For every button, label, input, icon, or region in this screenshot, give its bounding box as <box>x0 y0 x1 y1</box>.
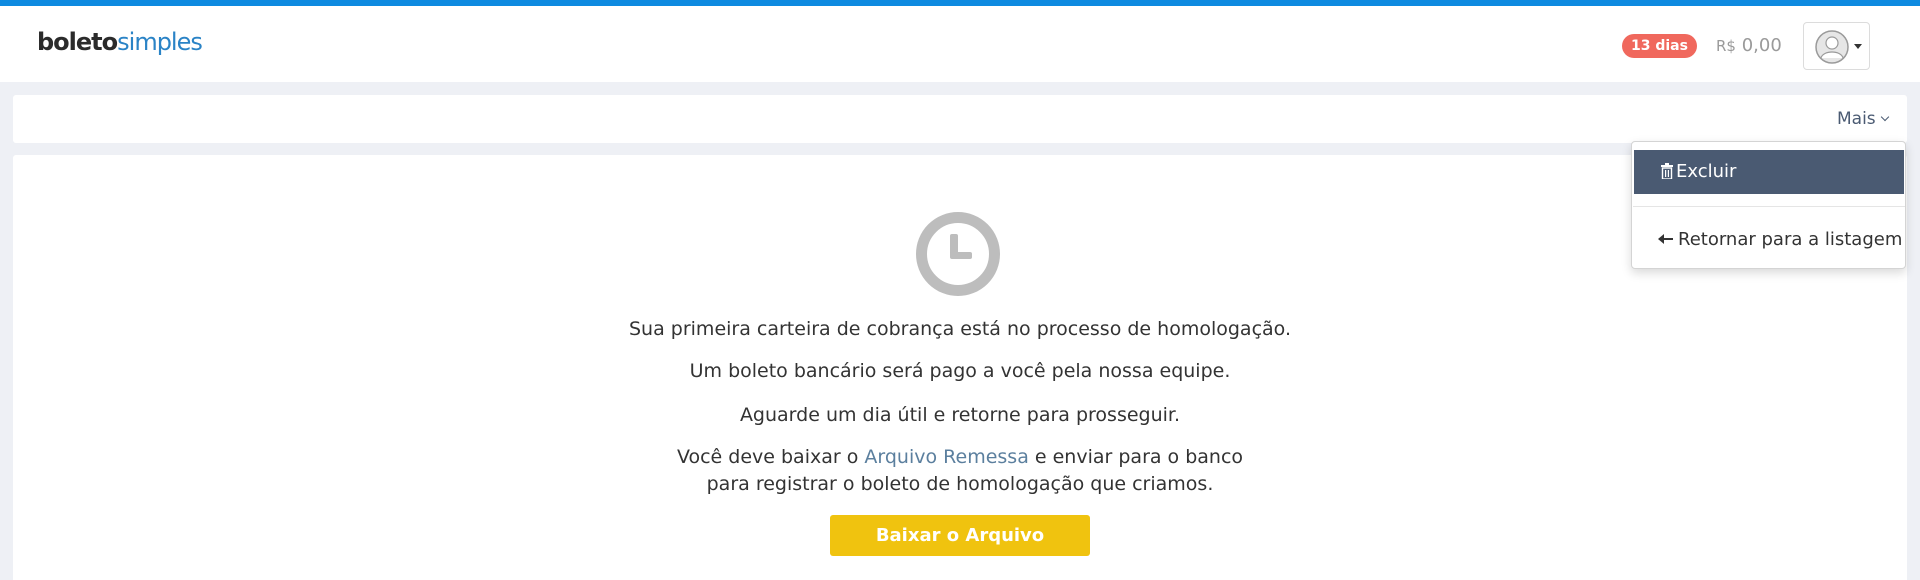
download-remessa-button[interactable]: Baixar o Arquivo Remessa <box>830 515 1090 580</box>
homologation-message-5: para registrar o boleto de homologação q… <box>706 473 1214 495</box>
logo-bold-text: boleto <box>37 28 118 56</box>
caret-down-icon <box>1854 44 1862 49</box>
more-menu-label: Mais <box>1837 109 1876 129</box>
action-toolbar <box>13 95 1907 143</box>
account-balance[interactable]: R$ 0,00 <box>1716 34 1782 58</box>
trash-icon <box>1661 163 1673 179</box>
arquivo-remessa-link[interactable]: Arquivo Remessa <box>864 446 1028 468</box>
more-menu-toggle[interactable]: Mais <box>1837 107 1889 131</box>
homologation-message-4: Você deve baixar o Arquivo Remessa e env… <box>0 444 1920 471</box>
logo-light-text: simples <box>117 28 203 56</box>
more-dropdown-menu: Excluir Retornar para a listagem <box>1631 141 1906 269</box>
back-to-list-label: Retornar para a listagem <box>1678 229 1903 250</box>
user-avatar-icon <box>1815 30 1849 64</box>
trial-days-badge[interactable]: 13 dias <box>1622 34 1697 58</box>
logo[interactable]: boletosimples <box>37 28 203 56</box>
delete-menu-label: Excluir <box>1676 161 1737 182</box>
back-to-list-menu-item[interactable]: Retornar para a listagem <box>1634 225 1904 255</box>
balance-currency: R$ <box>1716 37 1736 55</box>
homologation-message-1: Sua primeira carteira de cobrança está n… <box>629 318 1291 340</box>
homologation-message-2: Um boleto bancário será pago a você pela… <box>689 360 1231 382</box>
arrow-left-icon <box>1658 234 1673 244</box>
clock-icon <box>916 212 1000 296</box>
message-4-prefix: Você deve baixar o <box>676 446 865 468</box>
homologation-message-3: Aguarde um dia útil e retorne para pross… <box>739 404 1181 426</box>
menu-divider <box>1633 206 1905 207</box>
top-header: boletosimples 13 dias R$ 0,00 <box>0 6 1920 82</box>
chevron-down-icon <box>1880 112 1889 122</box>
balance-value: 0,00 <box>1741 35 1782 56</box>
message-4-suffix: e enviar para o banco <box>1028 446 1244 468</box>
delete-menu-item[interactable]: Excluir <box>1634 150 1904 194</box>
user-menu-button[interactable] <box>1803 22 1870 70</box>
